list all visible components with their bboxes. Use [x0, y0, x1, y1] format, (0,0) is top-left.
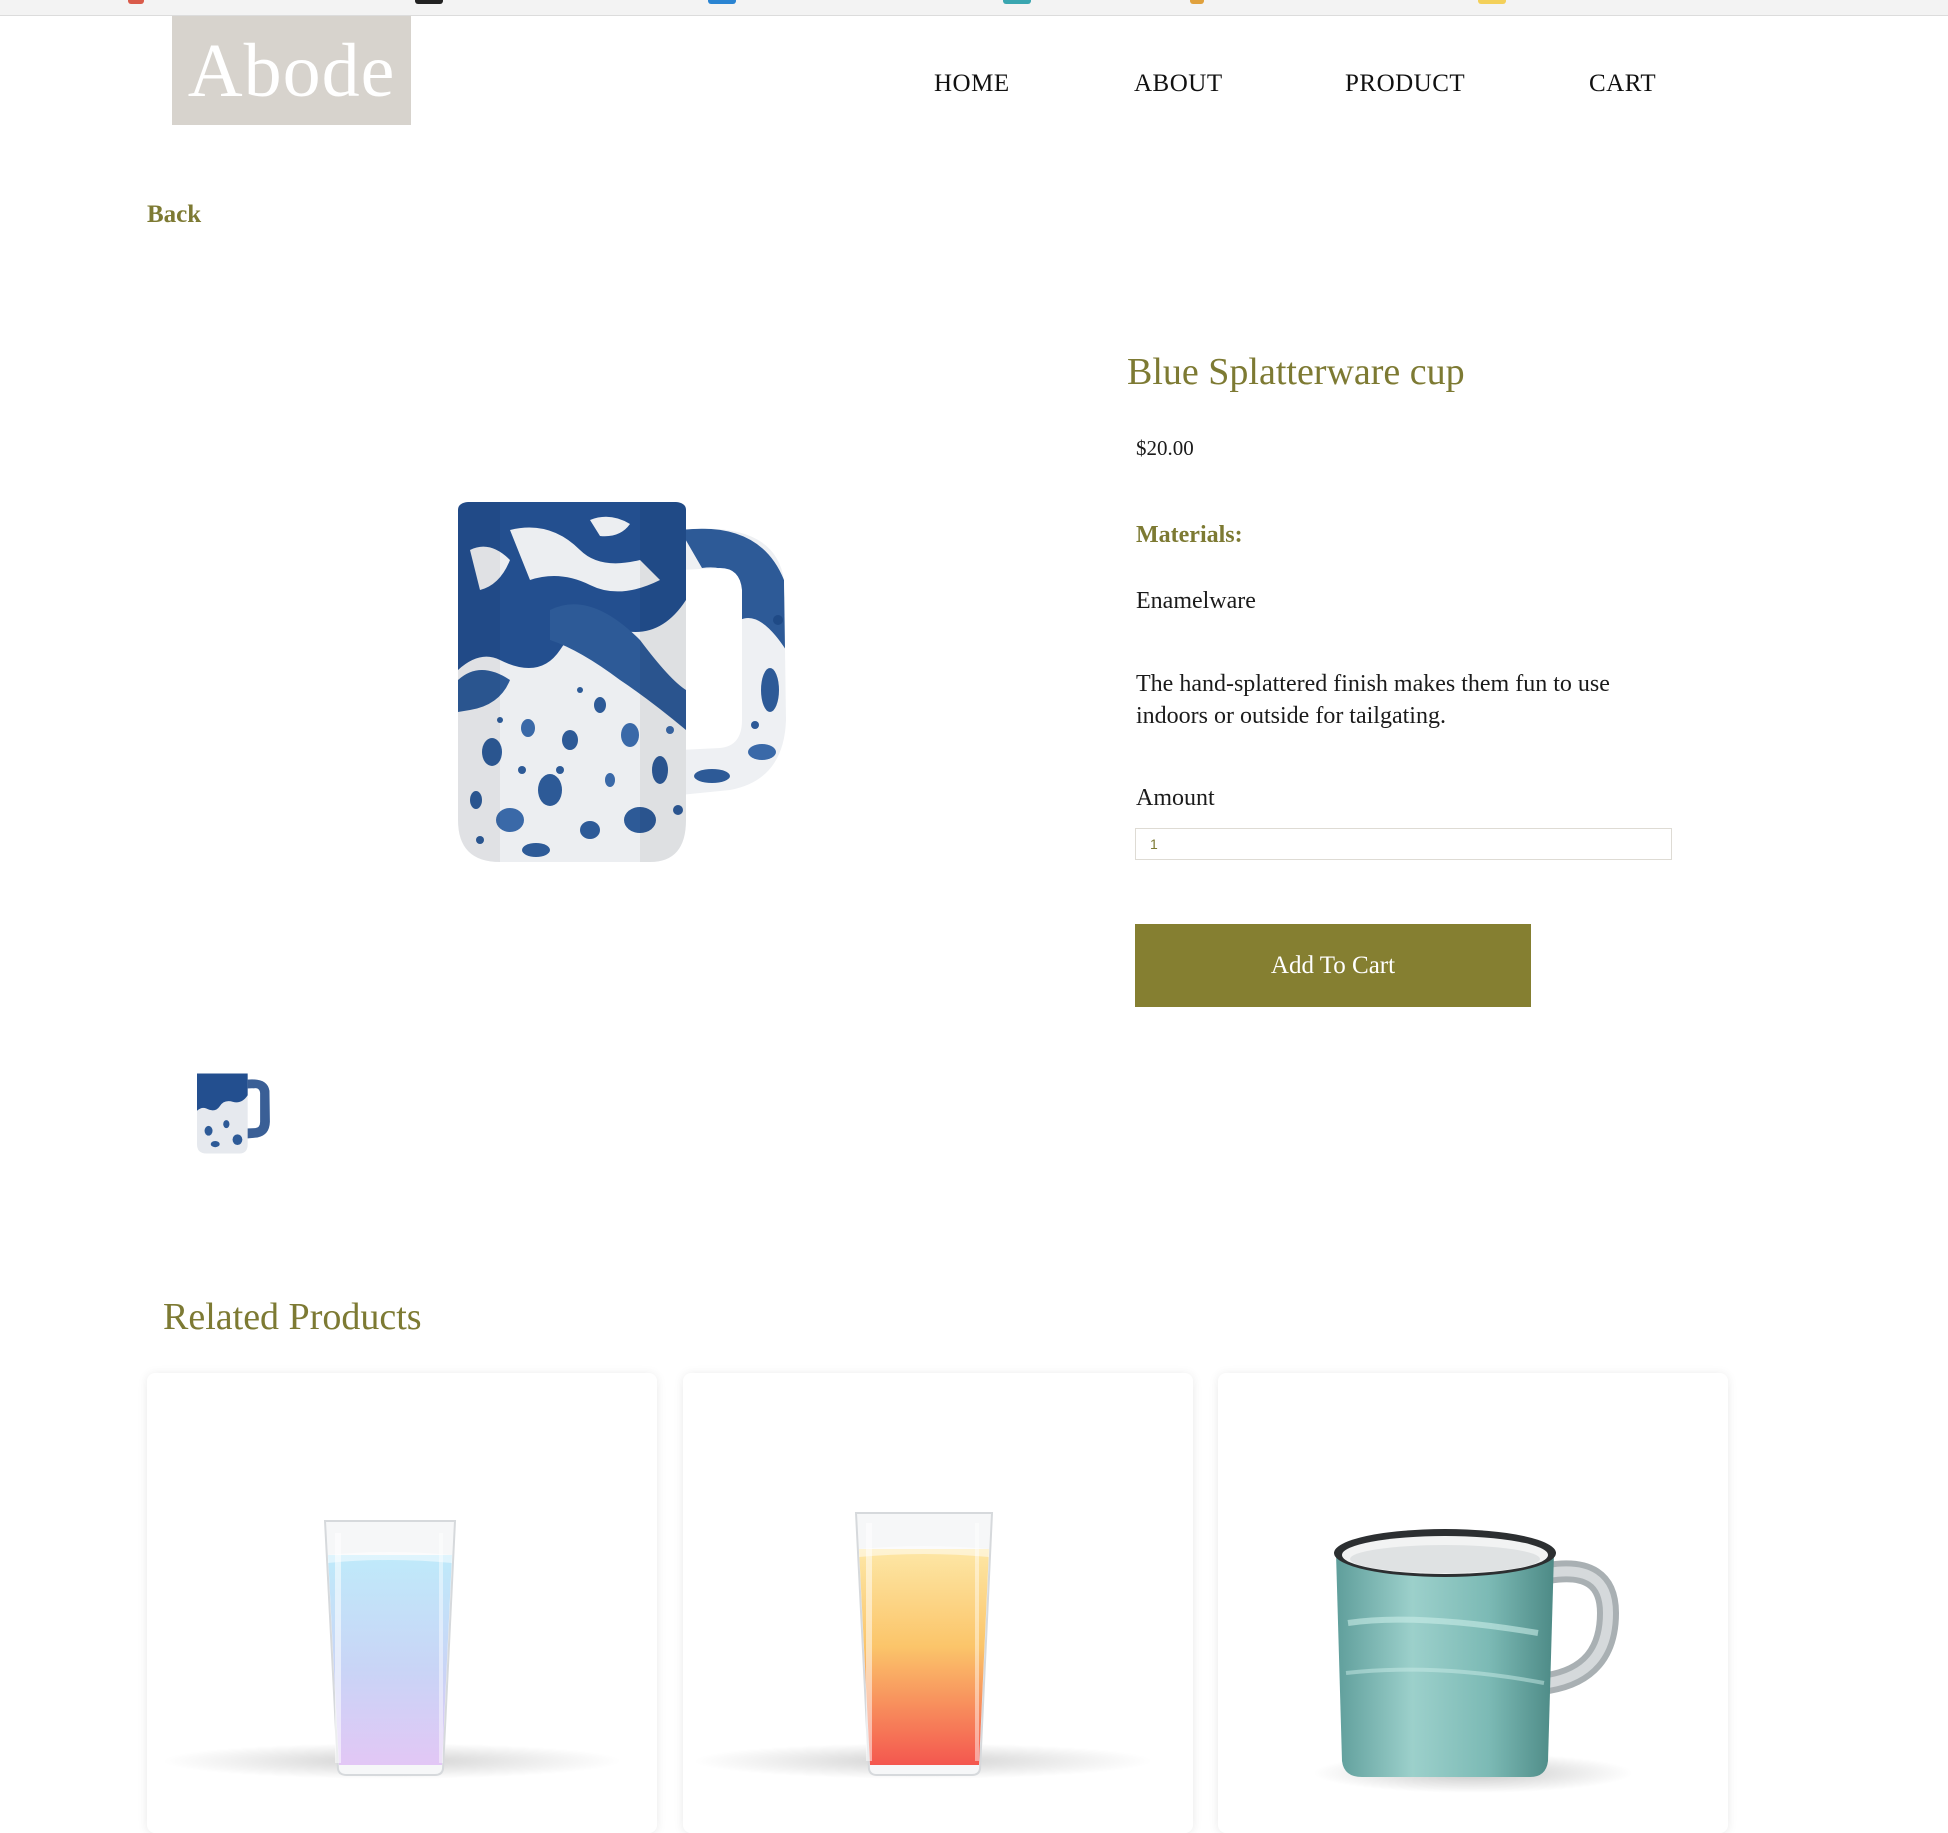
product-thumbnail[interactable]	[193, 1070, 273, 1156]
materials-value: Enamelware	[1136, 588, 1256, 614]
nav-home[interactable]: HOME	[934, 70, 1010, 98]
nav-about[interactable]: ABOUT	[1134, 70, 1223, 98]
bookmark-favicon	[415, 0, 443, 4]
bookmark-favicon	[1003, 0, 1031, 4]
gradient-glass-blue-purple-image	[162, 1520, 622, 1779]
teal-enamel-mug-image	[1313, 1529, 1633, 1793]
splatter-mug-graphic	[458, 502, 786, 862]
materials-label: Materials:	[1136, 522, 1243, 548]
amount-input[interactable]	[1135, 828, 1672, 860]
nav-product[interactable]: PRODUCT	[1345, 70, 1465, 98]
bookmark-favicon	[708, 0, 736, 4]
product-description: The hand-splattered finish makes them fu…	[1136, 671, 1610, 729]
bookmark-favicon	[1190, 0, 1204, 4]
product-main-image	[440, 490, 800, 870]
brand-logo[interactable]: Abode	[172, 16, 411, 125]
gradient-glass-yellow-red-image	[693, 1512, 1153, 1779]
back-link[interactable]: Back	[147, 201, 201, 229]
related-product-card[interactable]	[147, 1373, 657, 1833]
browser-bookmarks-strip	[0, 0, 1948, 16]
related-product-card[interactable]	[683, 1373, 1193, 1833]
bookmark-favicon	[128, 0, 144, 4]
bookmark-favicon	[1478, 0, 1506, 4]
nav-cart[interactable]: CART	[1589, 70, 1656, 98]
related-products-heading: Related Products	[163, 1296, 422, 1338]
related-product-card[interactable]	[1218, 1373, 1728, 1833]
amount-label: Amount	[1136, 785, 1215, 811]
splatter-mug-thumbnail-graphic	[197, 1073, 270, 1154]
product-price: $20.00	[1136, 436, 1194, 460]
product-title: Blue Splatterware cup	[1127, 351, 1465, 393]
add-to-cart-button[interactable]: Add To Cart	[1135, 924, 1531, 1007]
